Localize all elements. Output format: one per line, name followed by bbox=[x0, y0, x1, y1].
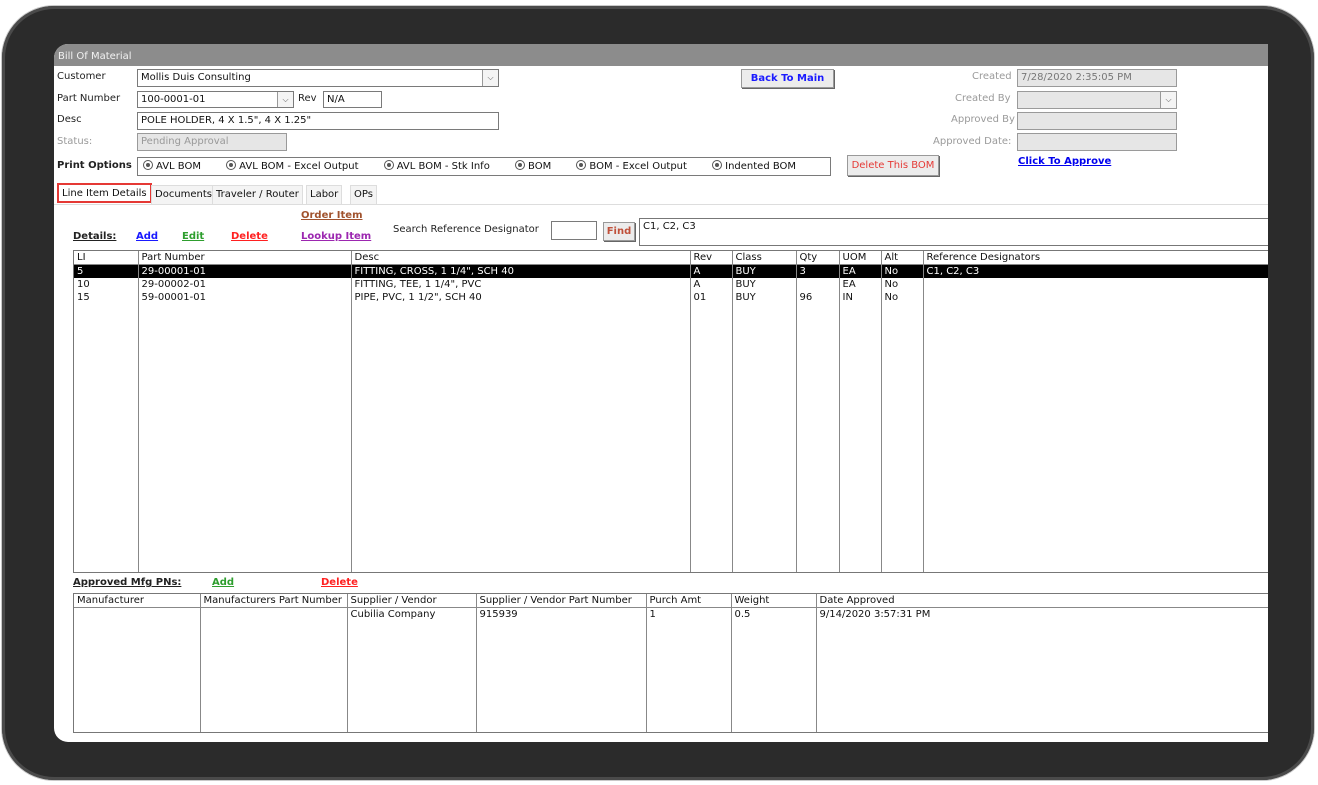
rev-label: Rev bbox=[298, 93, 317, 104]
status-label: Status: bbox=[57, 136, 93, 147]
app-window: Bill Of Material Customer Mollis Duis Co… bbox=[54, 44, 1268, 742]
col-supplier[interactable]: Supplier / Vendor bbox=[347, 594, 477, 608]
approved-mfg-label: Approved Mfg PNs: bbox=[73, 577, 182, 588]
rev-field[interactable]: N/A bbox=[323, 91, 382, 108]
search-ref-label: Search Reference Designator bbox=[393, 224, 539, 235]
created-by-label: Created By bbox=[955, 93, 1011, 104]
table-row[interactable]: Cubilia Company 915939 1 0.5 9/14/2020 3… bbox=[74, 607, 1268, 621]
edit-line-link[interactable]: Edit bbox=[182, 231, 204, 242]
add-line-link[interactable]: Add bbox=[136, 231, 158, 242]
details-label: Details: bbox=[73, 231, 117, 242]
part-number-select[interactable]: 100-0001-01 ⌵ bbox=[137, 91, 294, 108]
window-title: Bill Of Material bbox=[54, 44, 1268, 66]
find-button[interactable]: Find bbox=[603, 222, 635, 241]
radio-icon bbox=[515, 160, 526, 170]
col-rev[interactable]: Rev bbox=[690, 251, 733, 265]
print-option-avl-bom[interactable]: AVL BOM bbox=[143, 159, 201, 174]
delete-bom-button[interactable]: Delete This BOM bbox=[847, 155, 939, 176]
table-row[interactable]: 5 29-00001-01 FITTING, CROSS, 1 1/4", SC… bbox=[74, 264, 1268, 278]
tab-documents[interactable]: Documents bbox=[151, 185, 217, 205]
click-to-approve-link[interactable]: Click To Approve bbox=[1018, 156, 1111, 167]
col-weight[interactable]: Weight bbox=[731, 594, 817, 608]
approved-by-field bbox=[1017, 112, 1177, 130]
lookup-item-link[interactable]: Lookup Item bbox=[301, 231, 371, 242]
col-uom[interactable]: UOM bbox=[839, 251, 882, 265]
ref-designators-field[interactable]: C1, C2, C3 bbox=[639, 218, 1268, 246]
tab-labor[interactable]: Labor bbox=[306, 185, 343, 205]
col-class[interactable]: Class bbox=[732, 251, 797, 265]
radio-icon bbox=[712, 160, 723, 170]
add-mfg-link[interactable]: Add bbox=[212, 577, 234, 588]
customer-value: Mollis Duis Consulting bbox=[141, 72, 251, 83]
col-mfg-part-number[interactable]: Manufacturers Part Number bbox=[200, 594, 348, 608]
col-manufacturer[interactable]: Manufacturer bbox=[74, 594, 201, 608]
approved-by-label: Approved By bbox=[951, 114, 1015, 125]
created-by-select: ⌵ bbox=[1017, 91, 1177, 109]
status-field: Pending Approval bbox=[137, 133, 287, 151]
tab-divider bbox=[54, 204, 1268, 205]
approved-mfg-header: Manufacturer Manufacturers Part Number S… bbox=[74, 594, 1268, 608]
approved-date-label: Approved Date: bbox=[933, 136, 1012, 147]
created-label: Created bbox=[972, 71, 1012, 82]
col-part-number[interactable]: Part Number bbox=[138, 251, 352, 265]
line-items-table: LI Part Number Desc Rev Class Qty UOM Al… bbox=[74, 251, 1268, 572]
delete-mfg-link[interactable]: Delete bbox=[321, 577, 358, 588]
tab-traveler-router[interactable]: Traveler / Router bbox=[212, 185, 303, 205]
delete-line-link[interactable]: Delete bbox=[231, 231, 268, 242]
chevron-down-icon[interactable]: ⌵ bbox=[277, 92, 293, 107]
print-options-group: AVL BOM AVL BOM - Excel Output AVL BOM -… bbox=[137, 157, 831, 176]
table-filler bbox=[74, 304, 1268, 572]
print-options-label: Print Options bbox=[57, 160, 132, 171]
print-option-indented-bom[interactable]: Indented BOM bbox=[712, 159, 796, 174]
radio-icon bbox=[143, 160, 153, 170]
chevron-down-icon: ⌵ bbox=[1160, 92, 1176, 108]
col-date-approved[interactable]: Date Approved bbox=[816, 594, 1268, 608]
col-qty[interactable]: Qty bbox=[796, 251, 840, 265]
line-items-header: LI Part Number Desc Rev Class Qty UOM Al… bbox=[74, 251, 1268, 265]
col-li[interactable]: LI bbox=[74, 251, 139, 265]
print-option-bom-excel[interactable]: BOM - Excel Output bbox=[576, 159, 687, 174]
table-row[interactable]: 10 29-00002-01 FITTING, TEE, 1 1/4", PVC… bbox=[74, 278, 1268, 291]
back-to-main-button[interactable]: Back To Main bbox=[741, 69, 834, 88]
chevron-down-icon[interactable]: ⌵ bbox=[482, 70, 498, 86]
radio-icon bbox=[576, 160, 587, 170]
tab-line-item-details[interactable]: Line Item Details bbox=[57, 183, 152, 203]
customer-label: Customer bbox=[57, 71, 106, 82]
part-number-label: Part Number bbox=[57, 93, 121, 104]
col-purch-amt[interactable]: Purch Amt bbox=[646, 594, 732, 608]
approved-mfg-table: Manufacturer Manufacturers Part Number S… bbox=[74, 594, 1268, 732]
col-desc[interactable]: Desc bbox=[351, 251, 691, 265]
order-item-link[interactable]: Order Item bbox=[301, 210, 363, 221]
tab-ops[interactable]: OPs bbox=[350, 185, 377, 205]
radio-icon bbox=[383, 160, 394, 170]
table-row[interactable]: 15 59-00001-01 PIPE, PVC, 1 1/2", SCH 40… bbox=[74, 291, 1268, 304]
approved-mfg-grid: Manufacturer Manufacturers Part Number S… bbox=[73, 593, 1268, 733]
print-option-avl-bom-excel[interactable]: AVL BOM - Excel Output bbox=[226, 159, 359, 174]
col-ref-designators[interactable]: Reference Designators bbox=[923, 251, 1268, 265]
col-supplier-part-number[interactable]: Supplier / Vendor Part Number bbox=[476, 594, 647, 608]
part-number-value: 100-0001-01 bbox=[141, 94, 206, 105]
col-alt[interactable]: Alt bbox=[881, 251, 924, 265]
created-field: 7/28/2020 2:35:05 PM bbox=[1017, 69, 1177, 87]
print-option-bom[interactable]: BOM bbox=[515, 159, 551, 174]
approved-date-field bbox=[1017, 133, 1177, 151]
radio-icon bbox=[226, 160, 237, 170]
line-items-grid: LI Part Number Desc Rev Class Qty UOM Al… bbox=[73, 250, 1268, 573]
table-filler bbox=[74, 621, 1268, 732]
search-ref-input[interactable] bbox=[551, 221, 597, 240]
desc-label: Desc bbox=[57, 114, 82, 125]
print-option-avl-bom-stk[interactable]: AVL BOM - Stk Info bbox=[383, 159, 490, 174]
customer-select[interactable]: Mollis Duis Consulting ⌵ bbox=[137, 69, 499, 87]
desc-field[interactable]: POLE HOLDER, 4 X 1.5", 4 X 1.25" bbox=[137, 112, 499, 130]
